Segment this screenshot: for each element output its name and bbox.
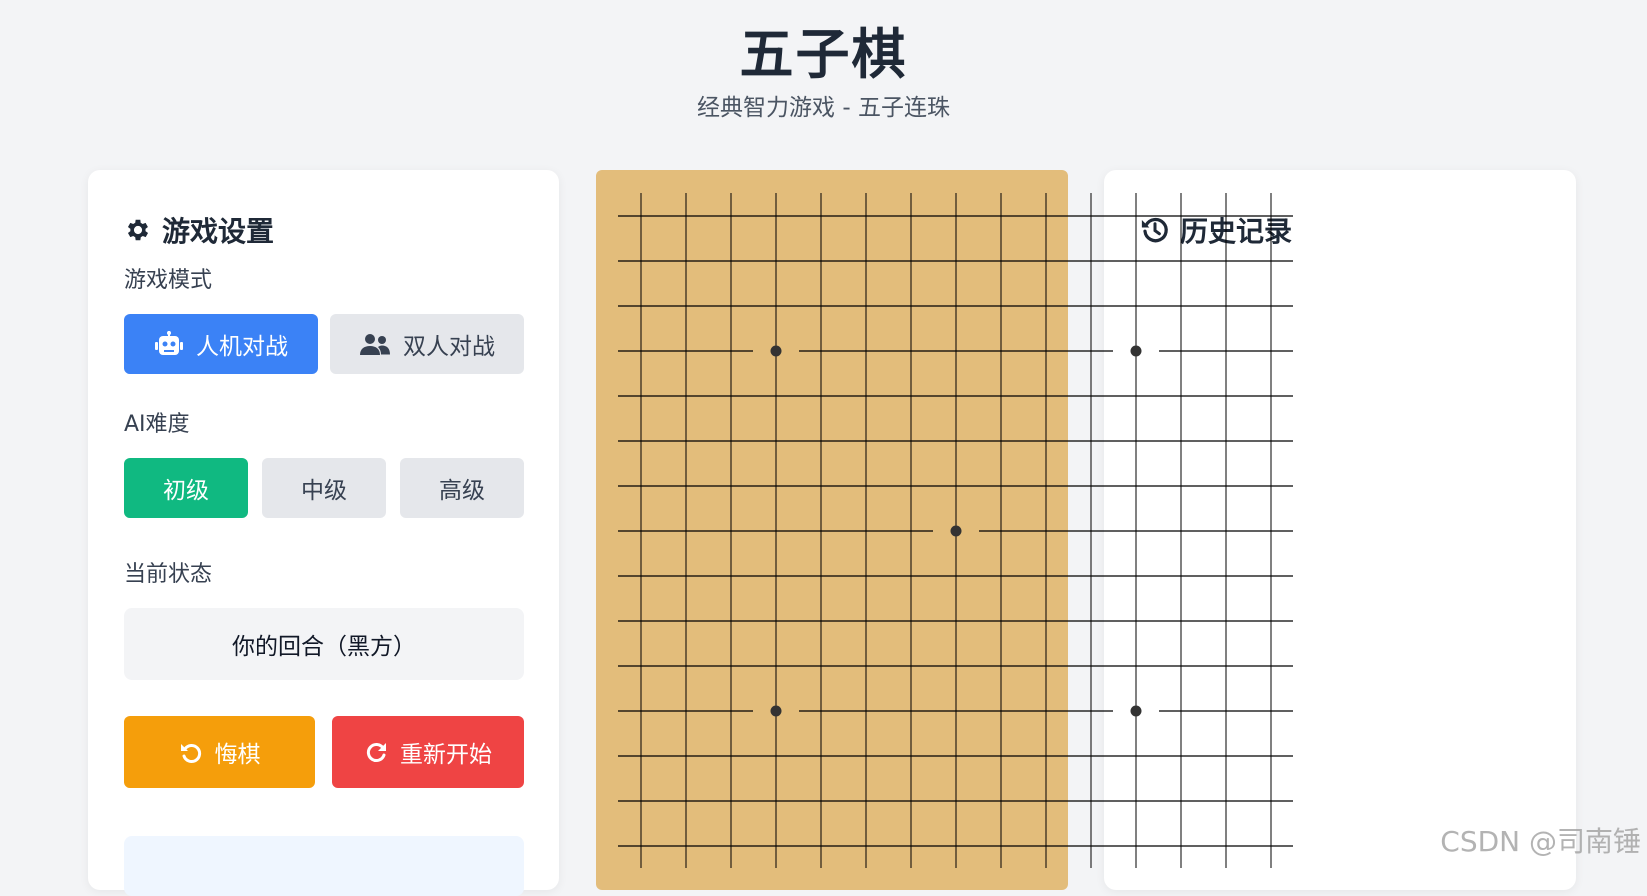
settings-title-text: 游戏设置 bbox=[162, 210, 274, 250]
undo-label: 悔棋 bbox=[215, 735, 261, 769]
history-panel: 历史记录 bbox=[1104, 170, 1576, 890]
settings-title: 游戏设置 bbox=[124, 210, 274, 250]
difficulty-hard-button[interactable]: 高级 bbox=[400, 458, 524, 518]
difficulty-easy-button[interactable]: 初级 bbox=[124, 458, 248, 518]
pve-mode-button[interactable]: 人机对战 bbox=[124, 314, 318, 374]
page-title: 五子棋 bbox=[0, 10, 1647, 89]
page-subtitle: 经典智力游戏 - 五子连珠 bbox=[0, 88, 1647, 122]
gear-icon bbox=[124, 216, 152, 244]
undo-icon bbox=[179, 740, 203, 764]
history-title: 历史记录 bbox=[1140, 210, 1292, 250]
pve-mode-label: 人机对战 bbox=[196, 327, 288, 361]
status-label: 当前状态 bbox=[124, 556, 212, 588]
restart-label: 重新开始 bbox=[400, 735, 492, 769]
history-title-text: 历史记录 bbox=[1180, 210, 1292, 250]
pvp-mode-button[interactable]: 双人对战 bbox=[330, 314, 524, 374]
info-box bbox=[124, 836, 524, 896]
users-icon bbox=[359, 332, 391, 356]
pvp-mode-label: 双人对战 bbox=[403, 327, 495, 361]
undo-button[interactable]: 悔棋 bbox=[124, 716, 315, 788]
settings-panel: 游戏设置 游戏模式 人机对战 双人对战 bbox=[88, 170, 559, 890]
game-board[interactable] bbox=[596, 170, 1068, 890]
difficulty-label: AI难度 bbox=[124, 406, 190, 438]
difficulty-medium-button[interactable]: 中级 bbox=[262, 458, 386, 518]
history-icon bbox=[1140, 215, 1170, 245]
mode-label: 游戏模式 bbox=[124, 262, 212, 294]
robot-icon bbox=[154, 331, 184, 357]
restart-button[interactable]: 重新开始 bbox=[332, 716, 524, 788]
status-display: 你的回合（黑方） bbox=[124, 608, 524, 680]
restart-icon bbox=[364, 740, 388, 764]
watermark: CSDN @司南锤 bbox=[1440, 820, 1641, 860]
